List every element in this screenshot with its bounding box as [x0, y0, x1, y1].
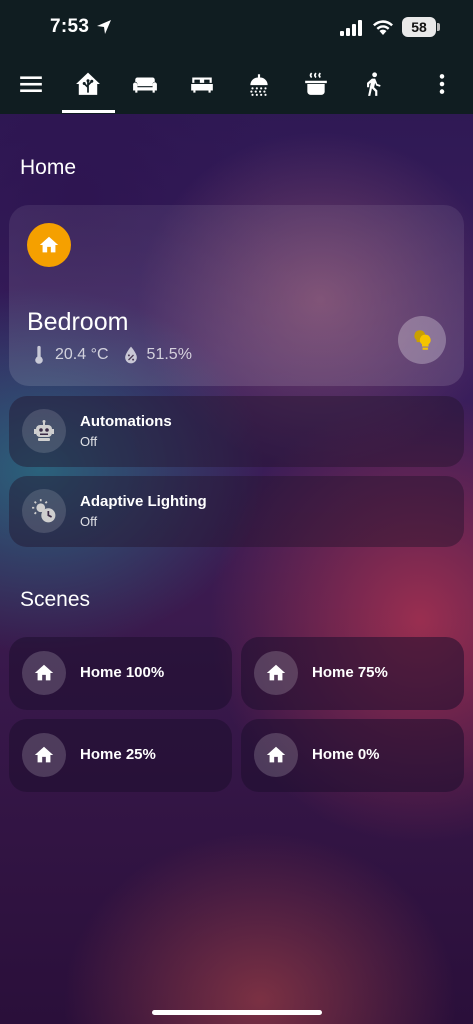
robot-icon: [34, 420, 54, 441]
tab-kitchen[interactable]: [294, 64, 338, 104]
entity-automations[interactable]: Automations Off: [9, 396, 464, 467]
entity-icon-wrapper: [22, 409, 66, 453]
more-options-button[interactable]: [420, 64, 464, 104]
entity-icon-wrapper: [22, 489, 66, 533]
scenes-section-title: Scenes: [20, 588, 91, 611]
status-bar: 7:53 58: [0, 0, 473, 56]
scene-label: Home 100%: [80, 664, 165, 681]
tab-living-room[interactable]: [123, 64, 167, 104]
scene-icon-wrapper: [22, 651, 66, 695]
room-stats: 20.4 °C 51.5%: [29, 345, 204, 365]
scene-home-0[interactable]: Home 0%: [241, 719, 464, 792]
home-icon: [34, 746, 54, 763]
room-name: Bedroom: [27, 308, 129, 336]
room-card-bedroom[interactable]: Bedroom 20.4 °C 51.5%: [9, 205, 464, 386]
room-badge: [27, 223, 71, 267]
lightbulb-group-icon: [414, 330, 431, 350]
scene-icon-wrapper: [254, 651, 298, 695]
water-percent-icon: [124, 346, 137, 364]
walk-icon: [367, 72, 381, 96]
active-tab-indicator: [62, 110, 115, 113]
scene-label: Home 25%: [80, 746, 156, 763]
home-assistant-icon: [76, 72, 100, 95]
battery-tip: [437, 23, 440, 31]
entity-name: Automations: [80, 413, 172, 430]
wifi-icon: [373, 20, 393, 35]
home-icon: [34, 664, 54, 681]
scene-home-25[interactable]: Home 25%: [9, 719, 232, 792]
pot-steam-icon: [305, 72, 327, 95]
more-vert-icon: [439, 74, 445, 94]
menu-icon: [20, 76, 42, 93]
scene-home-100[interactable]: Home 100%: [9, 637, 232, 710]
sofa-icon: [133, 77, 157, 93]
entity-state: Off: [80, 434, 98, 449]
battery-indicator: 58: [402, 17, 436, 37]
tab-hallway[interactable]: [351, 64, 395, 104]
tab-home[interactable]: [66, 64, 110, 104]
bed-icon: [191, 77, 213, 93]
top-bar: 7:53 58: [0, 0, 473, 114]
scene-label: Home 0%: [312, 746, 380, 763]
shower-icon: [250, 74, 268, 96]
scene-label: Home 75%: [312, 664, 388, 681]
entity-adaptive-lighting[interactable]: Adaptive Lighting Off: [9, 476, 464, 547]
home-icon: [266, 664, 286, 681]
home-section-title: Home: [20, 156, 77, 179]
thermometer-icon: [35, 345, 43, 364]
location-arrow-icon: [97, 20, 111, 34]
home-icon: [266, 746, 286, 763]
entity-name: Adaptive Lighting: [80, 493, 207, 510]
menu-button[interactable]: [9, 64, 53, 104]
room-temperature: 20.4 °C: [55, 346, 109, 363]
scene-home-75[interactable]: Home 75%: [241, 637, 464, 710]
tab-bathroom[interactable]: [237, 64, 281, 104]
status-time: 7:53: [50, 16, 90, 37]
sun-clock-icon: [32, 499, 56, 523]
home-indicator-bar[interactable]: [152, 1010, 322, 1015]
scene-icon-wrapper: [254, 733, 298, 777]
room-lights-toggle[interactable]: [398, 316, 446, 364]
room-humidity: 51.5%: [146, 346, 192, 363]
entity-state: Off: [80, 514, 98, 529]
tab-bedroom[interactable]: [180, 64, 224, 104]
navbar: [0, 56, 473, 114]
home-icon: [39, 236, 59, 253]
cellular-signal-icon: [340, 20, 362, 36]
scene-icon-wrapper: [22, 733, 66, 777]
